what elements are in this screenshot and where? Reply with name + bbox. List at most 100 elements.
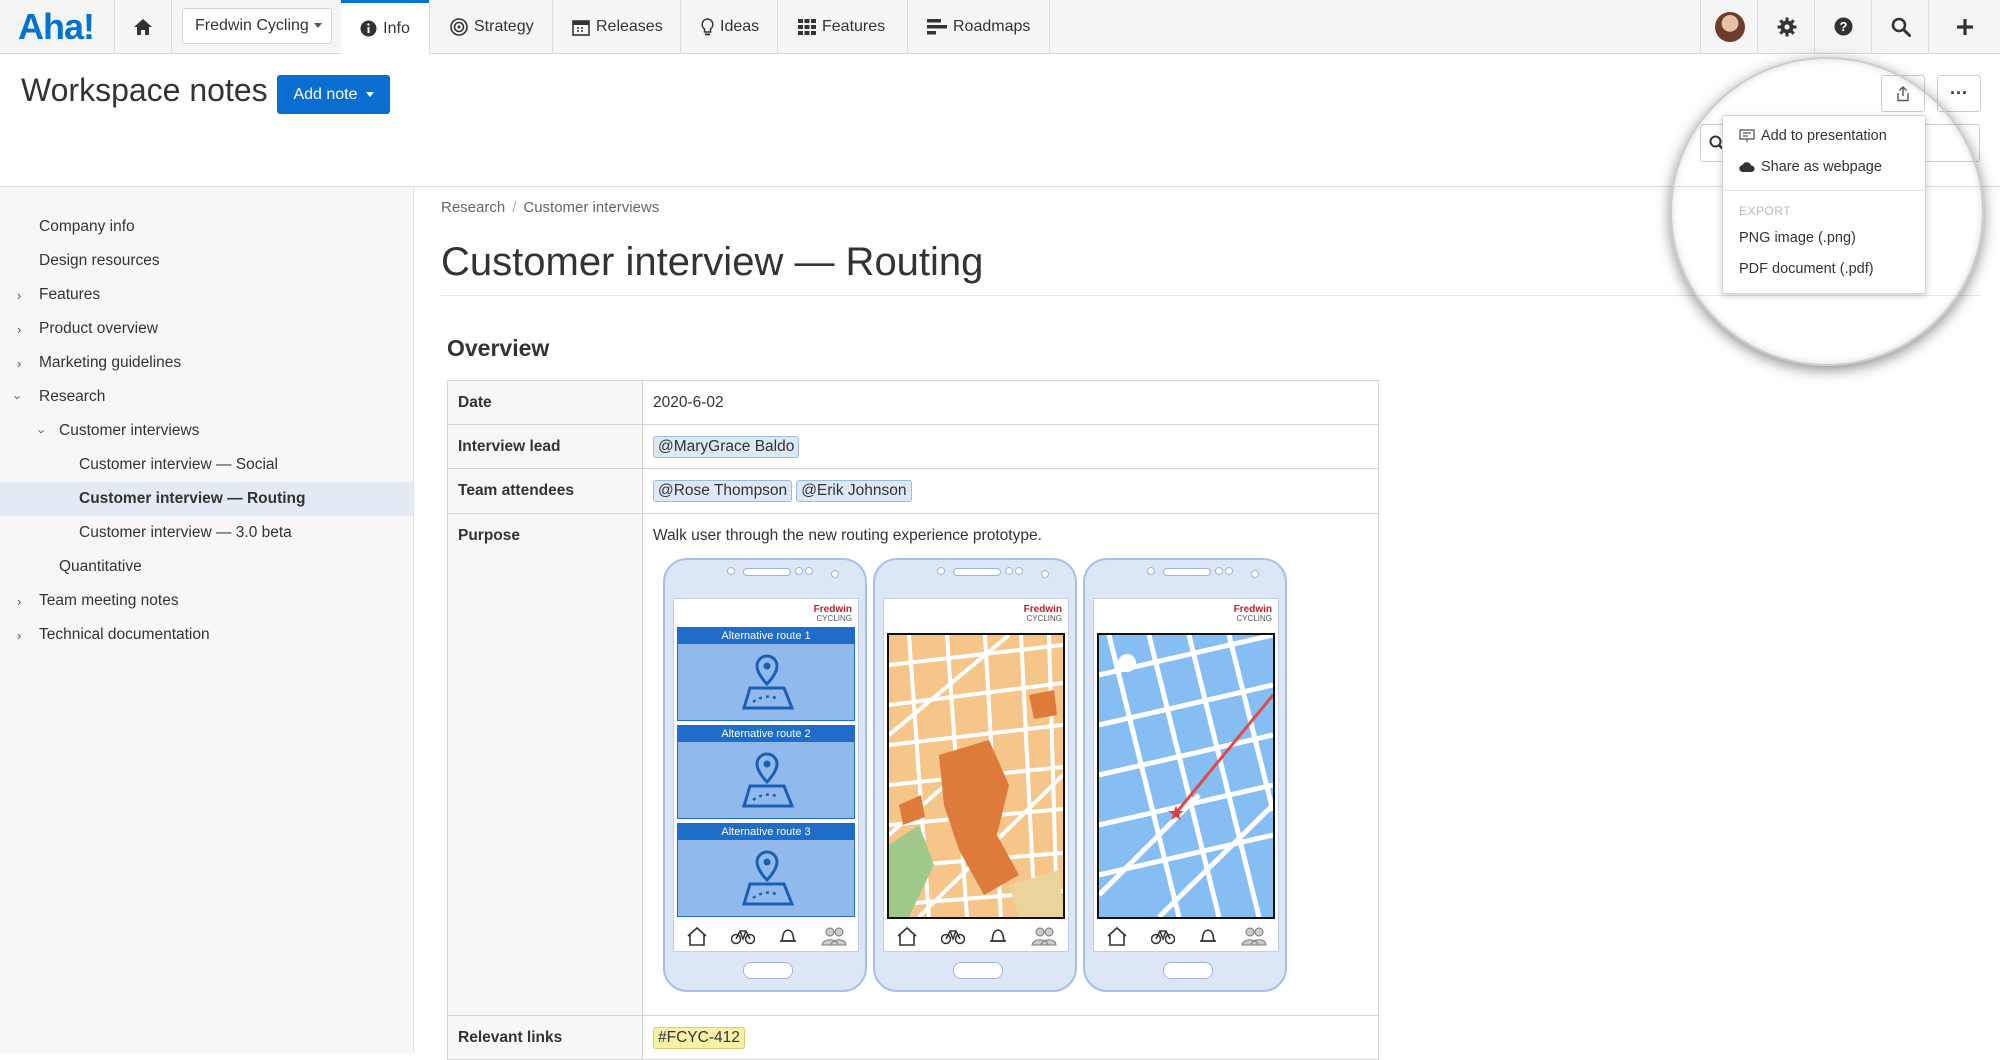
sensor-dot — [1005, 567, 1013, 575]
sidebar-item-technical-documentation[interactable]: › Technical documentation — [0, 618, 413, 652]
tab-strategy[interactable]: Strategy — [450, 0, 534, 53]
route-label: Alternative route 1 — [678, 628, 854, 644]
menu-item-add-to-presentation[interactable]: Add to presentation — [1739, 128, 1887, 144]
tab-releases[interactable]: Releases — [572, 0, 663, 53]
sidebar-item-interview-routing[interactable]: Customer interview — Routing — [0, 482, 413, 516]
chevron-right-icon[interactable]: › — [17, 322, 21, 337]
brand-logo: Fredwin CYCLING — [1233, 604, 1272, 624]
roadmap-icon — [927, 18, 947, 34]
breadcrumb-link[interactable]: Customer interviews — [523, 199, 659, 216]
lead-cell: @MaryGrace Baldo — [642, 424, 1379, 469]
sidebar-item-features[interactable]: › Features — [0, 278, 413, 312]
note-title[interactable]: Customer interview — Routing — [441, 240, 983, 285]
phone-mockup: Fredwin CYCLING — [1083, 558, 1287, 992]
sidebar-item-product-overview[interactable]: › Product overview — [0, 312, 413, 346]
chevron-down-icon — [365, 92, 374, 97]
add-note-label: Add note — [293, 85, 358, 103]
menu-divider — [1723, 190, 1925, 191]
breadcrumb-link[interactable]: Research — [441, 199, 505, 216]
bell-icon — [989, 929, 1006, 942]
ellipsis-icon: ··· — [1950, 83, 1968, 103]
sidebar-item-label: Product overview — [39, 320, 158, 337]
sidebar-item-interview-beta[interactable]: Customer interview — 3.0 beta — [0, 516, 413, 550]
map-pin-icon — [741, 752, 795, 808]
purpose-text: Walk user through the new routing experi… — [653, 527, 1042, 544]
tab-label: Releases — [596, 17, 663, 35]
tab-ideas[interactable]: Ideas — [701, 0, 759, 53]
chevron-right-icon[interactable]: › — [17, 594, 21, 609]
chevron-right-icon[interactable]: › — [17, 628, 21, 643]
sidebar-item-label: Marketing guidelines — [39, 354, 182, 371]
menu-item-export-pdf[interactable]: PDF document (.pdf) — [1739, 261, 1874, 277]
tab-label: Roadmaps — [953, 17, 1031, 35]
sidebar-item-label: Technical documentation — [39, 626, 210, 643]
search-button[interactable] — [1871, 0, 1929, 53]
row-label: Interview lead — [447, 424, 643, 469]
user-mention[interactable]: @Erik Johnson — [796, 480, 912, 502]
share-button[interactable] — [1881, 75, 1925, 112]
chevron-down-icon[interactable]: › — [35, 429, 50, 433]
user-mention[interactable]: @MaryGrace Baldo — [653, 435, 800, 458]
help-button[interactable]: ? — [1814, 0, 1872, 53]
app-tab-bar — [1094, 921, 1278, 951]
date-value[interactable]: 2020-6-02 — [642, 380, 1379, 425]
sidebar-item-customer-interviews[interactable]: › Customer interviews — [0, 414, 413, 448]
camera-dot — [937, 567, 945, 575]
sidebar-item-label: Customer interview — 3.0 beta — [79, 524, 292, 541]
menu-item-share-as-webpage[interactable]: Share as webpage — [1739, 159, 1882, 175]
sidebar-item-label: Design resources — [39, 252, 160, 269]
route-card: Alternative route 3 — [677, 823, 855, 917]
sidebar-item-marketing-guidelines[interactable]: › Marketing guidelines — [0, 346, 413, 380]
search-icon — [1891, 17, 1911, 37]
add-note-button[interactable]: Add note — [277, 75, 390, 114]
chevron-right-icon[interactable]: › — [17, 356, 21, 371]
table-row: Date 2020-6-02 — [447, 380, 1379, 425]
more-options-button[interactable]: ··· — [1937, 75, 1981, 112]
create-button[interactable] — [1928, 0, 2000, 53]
table-row: Purpose Walk user through the new routin… — [447, 513, 1379, 1016]
bicycle-icon — [1150, 930, 1175, 945]
sidebar-item-design-resources[interactable]: Design resources — [0, 244, 413, 278]
plus-icon — [1957, 18, 1973, 35]
sidebar-item-interview-social[interactable]: Customer interview — Social — [0, 448, 413, 482]
sensor-dot — [1225, 567, 1233, 575]
nav-divider — [552, 0, 553, 53]
aha-logo[interactable]: Aha! — [18, 6, 95, 48]
top-navigation: Aha! Fredwin Cycling Info Strategy Relea… — [0, 0, 2000, 54]
nav-divider — [680, 0, 681, 53]
sidebar-item-quantitative[interactable]: Quantitative — [0, 550, 413, 584]
row-label: Date — [447, 380, 643, 425]
row-label: Team attendees — [447, 468, 643, 514]
home-icon — [134, 18, 152, 35]
tab-label: Info — [383, 19, 410, 37]
menu-item-export-png[interactable]: PNG image (.png) — [1739, 230, 1856, 246]
settings-button[interactable] — [1757, 0, 1815, 53]
record-link[interactable]: #FCYC-412 — [653, 1026, 745, 1049]
user-mention[interactable]: @Rose Thompson — [653, 480, 793, 502]
speaker — [1163, 568, 1211, 576]
calendar-icon — [572, 19, 590, 36]
phone-mockup: Fredwin CYCLING — [873, 558, 1077, 992]
tab-features[interactable]: Features — [798, 0, 885, 53]
nav-divider — [907, 0, 908, 53]
cloud-icon — [1739, 162, 1755, 173]
sidebar-item-research[interactable]: › Research — [0, 380, 413, 414]
workspace-selector[interactable]: Fredwin Cycling — [182, 8, 332, 44]
sidebar-item-company-info[interactable]: Company info — [0, 210, 413, 244]
target-icon — [450, 17, 468, 36]
user-avatar-button[interactable] — [1700, 0, 1758, 53]
presentation-icon — [1739, 129, 1755, 142]
help-icon: ? — [1834, 17, 1853, 36]
chevron-right-icon[interactable]: › — [17, 288, 21, 303]
prototype-mockup-image[interactable]: Fredwin CYCLING Alternative route 1 Alter… — [653, 545, 1368, 992]
title-divider — [441, 295, 1980, 296]
attendees-cell: @Rose Thompson @Erik Johnson — [642, 468, 1379, 514]
home-button[interactable] — [115, 0, 171, 53]
sidebar-item-team-meeting-notes[interactable]: › Team meeting notes — [0, 584, 413, 618]
tab-info[interactable]: Info — [341, 0, 429, 54]
breadcrumb-separator: / — [512, 199, 517, 216]
workspace-name: Fredwin Cycling — [195, 17, 309, 34]
tab-roadmaps[interactable]: Roadmaps — [927, 0, 1030, 53]
sensor-dot — [1015, 567, 1023, 575]
chevron-down-icon[interactable]: › — [11, 395, 26, 399]
